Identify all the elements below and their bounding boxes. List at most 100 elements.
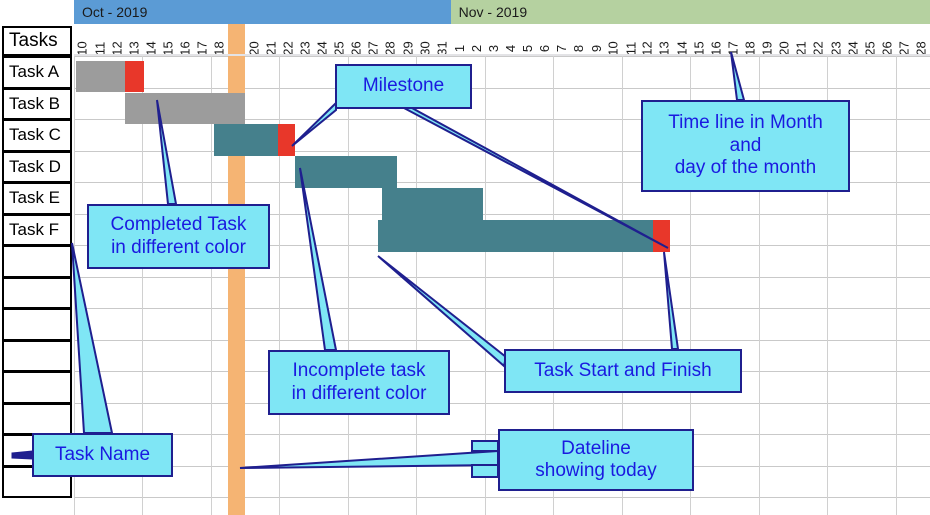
day-tick-12: 22: [279, 24, 296, 56]
day-tick-39: 18: [742, 24, 759, 56]
callout-dateline-today[interactable]: Dateline showing today: [498, 429, 694, 491]
day-tick-40: 19: [759, 24, 776, 56]
day-tick-28: 7: [553, 24, 570, 56]
tasks-header-label: Tasks: [9, 30, 58, 51]
day-tick-25: 4: [502, 24, 519, 56]
task-row-empty[interactable]: [2, 339, 72, 372]
day-tick-label: 3: [485, 44, 501, 53]
bar-task-e-incomplete[interactable]: [382, 188, 483, 220]
day-tick-0: 10: [74, 24, 91, 56]
tasks-header-cell: Tasks: [2, 26, 72, 56]
bar-task-b-completed[interactable]: [125, 93, 245, 124]
day-tick-20: 30: [416, 24, 433, 56]
day-tick-46: 25: [862, 24, 879, 56]
task-row-task-f[interactable]: Task F: [2, 213, 72, 246]
task-row-task-d[interactable]: Task D: [2, 150, 72, 183]
day-tick-37: 16: [707, 24, 724, 56]
task-row-empty[interactable]: [2, 276, 72, 309]
grid-row-line: [74, 56, 930, 57]
callout-line: Completed Task: [110, 214, 247, 236]
callout-line: Dateline: [561, 437, 631, 459]
callout-timeline-month[interactable]: Time line in Month and day of the month: [641, 100, 850, 192]
day-tick-35: 14: [673, 24, 690, 56]
day-tick-6: 16: [177, 24, 194, 56]
callout-line: in different color: [291, 382, 427, 404]
day-tick-21: 31: [434, 24, 451, 56]
callout-line: Incomplete task: [292, 360, 426, 382]
day-tick-18: 28: [382, 24, 399, 56]
day-tick-15: 25: [331, 24, 348, 56]
month-label-oct: Oct - 2019: [74, 0, 451, 24]
grid-col-line: [484, 56, 486, 515]
bar-task-f-incomplete[interactable]: [378, 220, 653, 252]
grid-row-line: [74, 308, 930, 309]
grid-col-line: [416, 56, 418, 515]
callout-completed-task[interactable]: Completed Task in different color: [87, 204, 270, 269]
day-tick-36: 15: [690, 24, 707, 56]
day-tick-33: 12: [639, 24, 656, 56]
day-tick-17: 27: [365, 24, 382, 56]
callout-line: and: [729, 134, 762, 156]
month-label-nov: Nov - 2019: [450, 0, 930, 24]
day-tick-22: 1: [451, 24, 468, 56]
bar-task-a-milestone[interactable]: [125, 61, 144, 92]
grid-col-line: [347, 56, 349, 515]
grid-col-line: [895, 56, 897, 515]
gantt-chart: Oct - 2019Nov - 2019 1011121314151617181…: [0, 0, 930, 515]
day-tick-label: 5: [520, 44, 536, 53]
task-row-empty[interactable]: [2, 402, 72, 435]
task-row-task-b[interactable]: Task B: [2, 87, 72, 120]
task-label: Task A: [9, 62, 60, 82]
grid-row-line: [74, 402, 930, 404]
callout-line: day of the month: [674, 157, 817, 179]
day-tick-49: 28: [913, 24, 930, 56]
task-row-task-e[interactable]: Task E: [2, 182, 72, 215]
grid-row-line: [74, 339, 930, 341]
bar-task-c-milestone[interactable]: [278, 124, 295, 156]
task-row-empty[interactable]: [2, 371, 72, 404]
grid-row-line: [74, 87, 930, 89]
callout-line: showing today: [535, 460, 657, 481]
task-label: Task D: [9, 156, 61, 176]
day-tick-label: 7: [554, 44, 570, 53]
day-tick-label: 1: [451, 44, 467, 53]
callout-task-name[interactable]: Task Name: [32, 433, 173, 477]
bar-task-d-incomplete[interactable]: [295, 156, 397, 188]
bar-task-c-incomplete[interactable]: [214, 124, 278, 156]
day-tick-47: 26: [879, 24, 896, 56]
day-tick-30: 9: [588, 24, 605, 56]
callout-milestone[interactable]: Milestone: [335, 64, 472, 109]
day-tick-27: 6: [536, 24, 553, 56]
bar-task-a-completed[interactable]: [76, 61, 125, 92]
callout-incomplete-task[interactable]: Incomplete task in different color: [268, 350, 450, 415]
task-row-task-a[interactable]: Task A: [2, 56, 72, 89]
day-tick-41: 20: [776, 24, 793, 56]
header-rule: [74, 54, 930, 56]
day-tick-label: 8: [571, 44, 587, 53]
callout-task-start-finish[interactable]: Task Start and Finish: [504, 349, 742, 393]
bar-task-f-milestone[interactable]: [653, 220, 670, 252]
day-tick-label: 9: [588, 44, 604, 53]
day-tick-2: 12: [108, 24, 125, 56]
task-label: Task E: [9, 188, 61, 208]
day-tick-38: 17: [725, 24, 742, 56]
task-label: Task C: [9, 125, 61, 145]
day-tick-13: 23: [297, 24, 314, 56]
day-tick-26: 5: [519, 24, 536, 56]
callout-line: Time line in Month: [668, 112, 823, 134]
grid-row-line: [74, 276, 930, 278]
task-row-task-c[interactable]: Task C: [2, 119, 72, 152]
task-row-empty[interactable]: [2, 308, 72, 341]
day-tick-16: 26: [348, 24, 365, 56]
day-tick-45: 24: [844, 24, 861, 56]
day-tick-42: 21: [793, 24, 810, 56]
day-tick-14: 24: [314, 24, 331, 56]
task-label: Task B: [9, 93, 61, 113]
day-tick-19: 29: [399, 24, 416, 56]
task-row-empty[interactable]: [2, 245, 72, 278]
day-tick-44: 23: [827, 24, 844, 56]
day-tick-48: 27: [896, 24, 913, 56]
callout-line: Milestone: [362, 75, 445, 97]
day-tick-7: 17: [194, 24, 211, 56]
callout-line: in different color: [111, 236, 246, 258]
